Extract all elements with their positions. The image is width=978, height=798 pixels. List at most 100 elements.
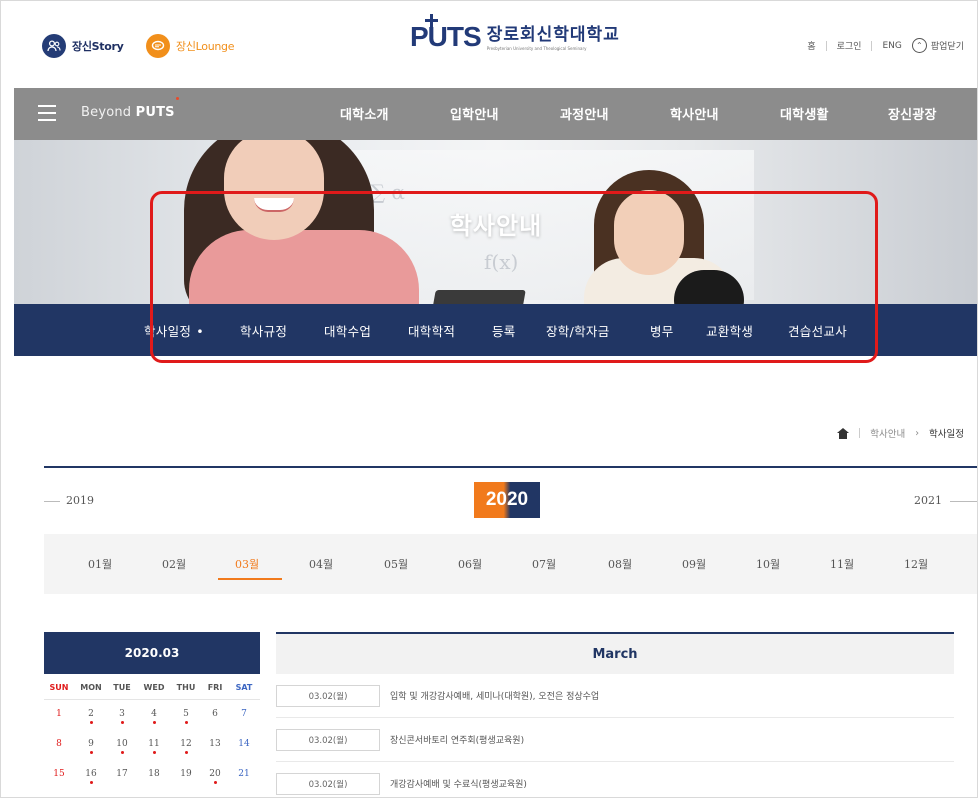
banner-title: 학사안내: [449, 212, 543, 240]
active-month-underline: [218, 578, 282, 580]
site-logo[interactable]: PUTS 장로회신학대학교 Presbyterian University an…: [410, 14, 620, 52]
calendar-day[interactable]: 16: [76, 769, 106, 779]
month-tab-09[interactable]: 09월: [682, 556, 706, 572]
calendar-week-3: 15 16 17 18 19 20 21: [44, 760, 260, 790]
calendar-day[interactable]: 20: [200, 769, 230, 779]
month-tab-08[interactable]: 08월: [608, 556, 632, 572]
breadcrumb-current: 학사일정: [929, 429, 964, 440]
subnav-item-classes[interactable]: 대학수업: [324, 321, 371, 340]
sub-nav: 학사일정 학사규정 대학수업 대학학적 등록 장학/학자금 병무 교환학생 견습…: [14, 304, 978, 356]
calendar-day[interactable]: 12: [171, 739, 201, 749]
event-marker: [90, 721, 93, 724]
subnav-item-schedule[interactable]: 학사일정: [144, 321, 204, 340]
calendar-day[interactable]: 15: [44, 769, 74, 779]
schedule-date: 03.02(월): [276, 773, 380, 795]
month-tab-07[interactable]: 07월: [532, 556, 556, 572]
chat-icon: [146, 34, 170, 58]
lounge-label: 장신Lounge: [176, 40, 235, 53]
story-link[interactable]: 장신Story: [42, 34, 124, 58]
login-link[interactable]: 로그인: [837, 39, 862, 52]
event-marker: [153, 751, 156, 754]
weekday-wed: WED: [143, 683, 165, 692]
calendar-day[interactable]: 2: [76, 709, 106, 719]
subnav-item-records[interactable]: 대학학적: [408, 321, 455, 340]
beyond-puts-slogan: Beyond PUTS: [81, 105, 175, 120]
calendar-day[interactable]: 3: [107, 709, 137, 719]
lounge-link[interactable]: 장신Lounge: [146, 34, 235, 58]
popup-close-label: 팝업닫기: [930, 42, 964, 52]
gnb-menu-campus-life[interactable]: 대학생활: [780, 104, 829, 123]
mini-calendar: 2020.03 SUN MON TUE WED THU FRI SAT 1 2 …: [44, 632, 260, 790]
month-tab-04[interactable]: 04월: [309, 556, 333, 572]
calendar-day[interactable]: 17: [107, 769, 137, 779]
calendar-day[interactable]: 9: [76, 739, 106, 749]
event-marker: [121, 751, 124, 754]
calendar-day[interactable]: 13: [200, 739, 230, 749]
month-tab-05[interactable]: 05월: [384, 556, 408, 572]
subnav-item-exchange[interactable]: 교환학생: [706, 321, 753, 340]
slogan-dot: [176, 97, 179, 100]
month-tab-02[interactable]: 02월: [162, 556, 186, 572]
calendar-day[interactable]: 6: [200, 709, 230, 719]
logo-subtitle: Presbyterian University and Theological …: [486, 46, 587, 51]
gnb-menu-admission[interactable]: 입학안내: [450, 104, 499, 123]
calendar-day[interactable]: 18: [139, 769, 169, 779]
subnav-item-scholarship[interactable]: 장학/학자금: [546, 321, 610, 340]
weekday-tue: TUE: [113, 683, 131, 692]
global-nav: Beyond PUTS 대학소개 입학안내 과정안내 학사안내 대학생활 장신광…: [14, 88, 978, 140]
schedule-item[interactable]: 03.02(월) 입학 및 개강감사예배, 세미나(대학원), 오전은 정상수업: [276, 674, 954, 718]
month-tab-06[interactable]: 06월: [458, 556, 482, 572]
prev-year-button[interactable]: 2019: [66, 494, 94, 507]
month-tab-03[interactable]: 03월: [235, 556, 259, 572]
weekday-sun: SUN: [49, 683, 69, 692]
calendar-day[interactable]: 10: [107, 739, 137, 749]
month-tab-12[interactable]: 12월: [904, 556, 928, 572]
calendar-day[interactable]: 19: [171, 769, 201, 779]
month-tabs: 01월 02월 03월 04월 05월 06월 07월 08월 09월 10월 …: [44, 534, 978, 594]
next-year-button[interactable]: 2021: [914, 494, 942, 507]
logo-mark: PUTS: [410, 14, 482, 52]
utility-menu: 홈 로그인 ENG ⌃ 팝업닫기: [807, 38, 964, 53]
calendar-day[interactable]: 8: [44, 739, 74, 749]
month-tab-10[interactable]: 10월: [756, 556, 780, 572]
schedule-item[interactable]: 03.02(월) 개강감사예배 및 수료식(평생교육원): [276, 762, 954, 798]
breadcrumb-arrow-icon: ›: [915, 427, 920, 439]
gnb-menu-about[interactable]: 대학소개: [340, 104, 389, 123]
calendar-day[interactable]: 11: [139, 739, 169, 749]
calendar-day[interactable]: 21: [229, 769, 259, 779]
subnav-item-registration[interactable]: 등록: [492, 321, 516, 340]
hamburger-menu-icon[interactable]: [38, 105, 56, 121]
event-marker: [214, 781, 217, 784]
hero-banner: ∫ ∑ α f(x) 학사안내: [14, 140, 978, 304]
gnb-menu-programs[interactable]: 과정안내: [560, 104, 609, 123]
popup-close-button[interactable]: ⌃ 팝업닫기: [911, 38, 964, 53]
subnav-item-regulations[interactable]: 학사규정: [240, 321, 287, 340]
calendar-day[interactable]: 14: [229, 739, 259, 749]
home-link[interactable]: 홈: [807, 39, 815, 52]
event-marker: [185, 721, 188, 724]
story-label: 장신Story: [72, 40, 124, 53]
schedule-title: 개강감사예배 및 수료식(평생교육원): [390, 780, 527, 790]
gnb-menu-academics[interactable]: 학사안내: [670, 104, 719, 123]
subnav-item-military[interactable]: 병무: [650, 321, 674, 340]
subnav-item-missionary[interactable]: 견습선교사: [788, 321, 847, 340]
schedule-title: 장신콘서바토리 연주회(평생교육원): [390, 736, 525, 746]
month-tab-01[interactable]: 01월: [88, 556, 112, 572]
calendar-day[interactable]: 7: [229, 709, 259, 719]
weekday-mon: MON: [80, 683, 102, 692]
logo-name: 장로회신학대학교: [486, 25, 620, 45]
year-divider: [44, 466, 978, 468]
month-tab-11[interactable]: 11월: [830, 556, 854, 572]
schedule-item[interactable]: 03.02(월) 장신콘서바토리 연주회(평생교육원): [276, 718, 954, 762]
eng-link[interactable]: ENG: [882, 41, 901, 51]
gnb-menu-plaza[interactable]: 장신광장: [888, 104, 937, 123]
top-header: 장신Story 장신Lounge PUTS 장로회신학대학교 Presbyter…: [0, 0, 978, 88]
home-icon[interactable]: [837, 427, 850, 439]
calendar-day[interactable]: 1: [44, 709, 74, 719]
calendar-day[interactable]: 5: [171, 709, 201, 719]
calendar-day[interactable]: 4: [139, 709, 169, 719]
weekday-fri: FRI: [207, 683, 223, 692]
calendar-week-1: 1 2 3 4 5 6 7: [44, 700, 260, 730]
breadcrumb-parent[interactable]: 학사안내: [870, 426, 905, 440]
schedule-list: March 03.02(월) 입학 및 개강감사예배, 세미나(대학원), 오전…: [276, 632, 954, 798]
